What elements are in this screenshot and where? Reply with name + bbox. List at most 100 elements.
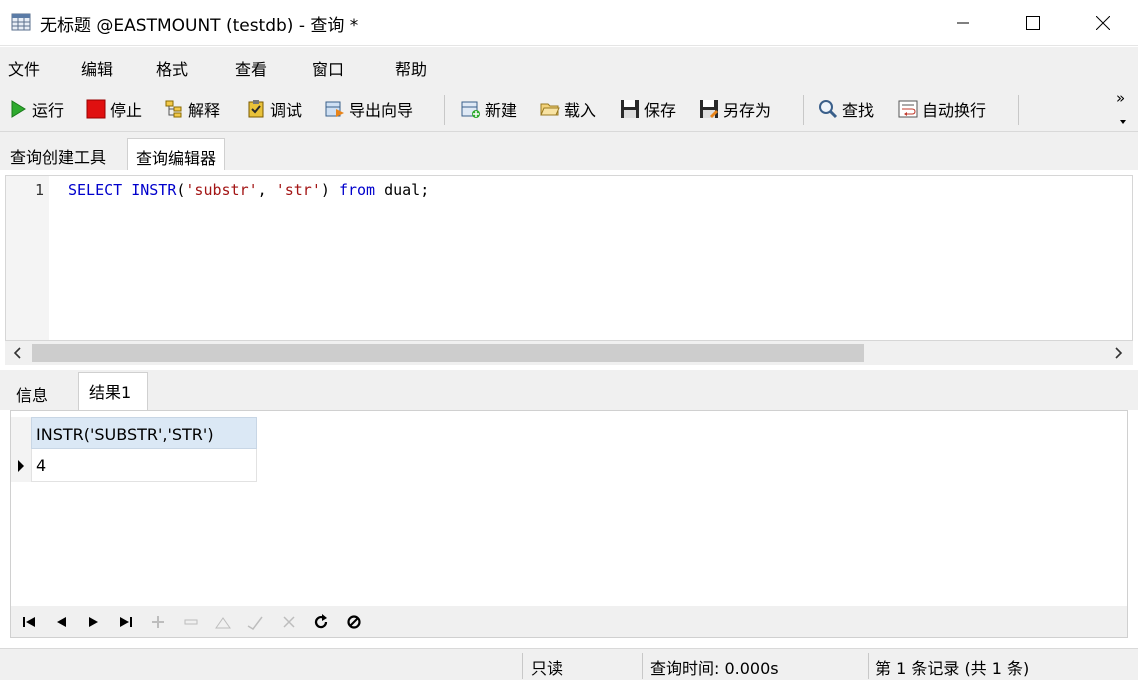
editor-tab-strip: 查询创建工具 查询编辑器 (0, 132, 1138, 170)
save-as-label: 另存为 (723, 101, 772, 120)
comma: , (257, 181, 276, 199)
tab-query-builder[interactable]: 查询创建工具 (4, 138, 114, 170)
refresh-button[interactable] (309, 610, 333, 634)
menu-view[interactable]: 查看 (235, 56, 267, 80)
scroll-left-button[interactable] (7, 343, 27, 363)
load-label: 载入 (564, 101, 597, 120)
string-literal: 'str' (275, 181, 321, 199)
menu-file[interactable]: 文件 (8, 56, 40, 80)
menu-help[interactable]: 帮助 (395, 56, 427, 80)
menu-format[interactable]: 格式 (156, 56, 188, 80)
previous-record-button[interactable] (49, 610, 73, 634)
delete-record-button[interactable] (179, 610, 203, 634)
line-number: 1 (34, 181, 44, 199)
tab-messages[interactable]: 信息 (8, 376, 56, 408)
result-tab-strip: 信息 结果1 (0, 370, 1138, 410)
chevron-right-icon (1115, 347, 1123, 359)
search-icon (819, 100, 838, 119)
minimize-icon (957, 22, 969, 24)
sql-editor[interactable]: 1 SELECT INSTR('substr', 'str') from dua… (5, 175, 1133, 341)
export-wizard-label: 导出向导 (349, 101, 414, 120)
toolbar-separator (1018, 95, 1019, 125)
current-row-arrow-icon (18, 459, 24, 472)
debug-label: 调试 (270, 101, 303, 120)
next-record-button[interactable] (82, 610, 106, 634)
run-button[interactable]: 运行 (8, 94, 64, 124)
last-record-icon (120, 617, 132, 627)
export-wizard-button[interactable]: 导出向导 (325, 94, 413, 124)
app-table-icon (11, 13, 31, 31)
cancel-circle-icon (347, 615, 361, 629)
status-bar: 只读 查询时间: 0.000s 第 1 条记录 (共 1 条) (0, 648, 1138, 680)
last-record-button[interactable] (114, 610, 138, 634)
debug-button[interactable]: 调试 (246, 94, 302, 124)
column-header[interactable]: INSTR('SUBSTR','STR') (31, 417, 257, 449)
previous-record-icon (57, 617, 66, 627)
edit-record-button[interactable] (211, 610, 235, 634)
word-wrap-button[interactable]: 自动换行 (898, 94, 986, 124)
apply-changes-button[interactable] (243, 610, 267, 634)
paren-close: ) (320, 181, 339, 199)
stop-button[interactable]: 停止 (86, 94, 142, 124)
tab-query-editor[interactable]: 查询编辑器 (127, 138, 226, 170)
close-button[interactable] (1068, 0, 1138, 46)
minimize-button[interactable] (928, 0, 998, 46)
new-button[interactable]: 新建 (461, 94, 517, 124)
save-button[interactable]: 保存 (620, 94, 676, 124)
toolbar: 运行 停止 解释 调试 导出向导 新建 载入 保存 另存为 查找 自动换行 » (0, 87, 1138, 132)
plus-icon (152, 616, 164, 628)
debug-icon (248, 100, 264, 118)
record-navigator (10, 606, 1128, 638)
scroll-right-button[interactable] (1109, 343, 1129, 363)
discard-changes-button[interactable] (277, 610, 301, 634)
status-separator (642, 653, 643, 679)
word-wrap-label: 自动换行 (922, 101, 987, 120)
table-name: dual; (375, 181, 430, 199)
explain-label: 解释 (188, 101, 221, 120)
load-button[interactable]: 载入 (540, 94, 596, 124)
status-record-count: 第 1 条记录 (共 1 条) (875, 659, 1030, 678)
toolbar-overflow-button[interactable]: » (1116, 89, 1125, 107)
tab-result-1[interactable]: 结果1 (78, 372, 149, 410)
result-grid: INSTR('SUBSTR','STR') 4 (10, 410, 1128, 606)
explain-tree-icon (165, 100, 182, 118)
toolbar-dropdown-arrow[interactable] (1118, 111, 1128, 130)
chevron-left-icon (13, 347, 21, 359)
function-instr: INSTR (131, 181, 177, 199)
find-label: 查找 (842, 101, 875, 120)
stop-loading-button[interactable] (342, 610, 366, 634)
cancel-x-icon (283, 616, 295, 628)
word-wrap-icon (898, 100, 918, 118)
new-query-icon (461, 101, 480, 118)
code-line[interactable]: SELECT INSTR('substr', 'str') from dual; (68, 181, 429, 199)
export-icon (325, 101, 344, 117)
add-record-button[interactable] (146, 610, 170, 634)
menu-edit[interactable]: 编辑 (81, 56, 113, 80)
find-button[interactable]: 查找 (818, 94, 874, 124)
row-indicator[interactable] (11, 449, 31, 482)
save-disk-icon (621, 100, 639, 118)
maximize-button[interactable] (998, 0, 1068, 46)
keyword-from: from (338, 181, 376, 199)
status-readonly: 只读 (531, 659, 564, 678)
save-as-button[interactable]: 另存为 (699, 94, 771, 124)
first-record-button[interactable] (17, 610, 41, 634)
grid-cell[interactable]: 4 (31, 449, 257, 482)
toolbar-separator (444, 95, 445, 125)
status-separator (868, 653, 869, 679)
refresh-icon (314, 614, 328, 629)
stop-label: 停止 (110, 101, 143, 120)
status-query-time: 查询时间: 0.000s (650, 659, 779, 678)
minus-icon (184, 619, 198, 625)
save-as-icon (700, 100, 718, 118)
horizontal-scrollbar[interactable] (5, 341, 1133, 365)
menu-window[interactable]: 窗口 (312, 56, 344, 80)
keyword-select: SELECT (68, 181, 123, 199)
scroll-thumb[interactable] (32, 344, 864, 362)
explain-button[interactable]: 解释 (164, 94, 220, 124)
maximize-icon (1026, 16, 1040, 30)
first-record-icon (23, 617, 35, 627)
close-icon (1096, 16, 1110, 30)
new-label: 新建 (485, 101, 518, 120)
status-separator (522, 653, 523, 679)
